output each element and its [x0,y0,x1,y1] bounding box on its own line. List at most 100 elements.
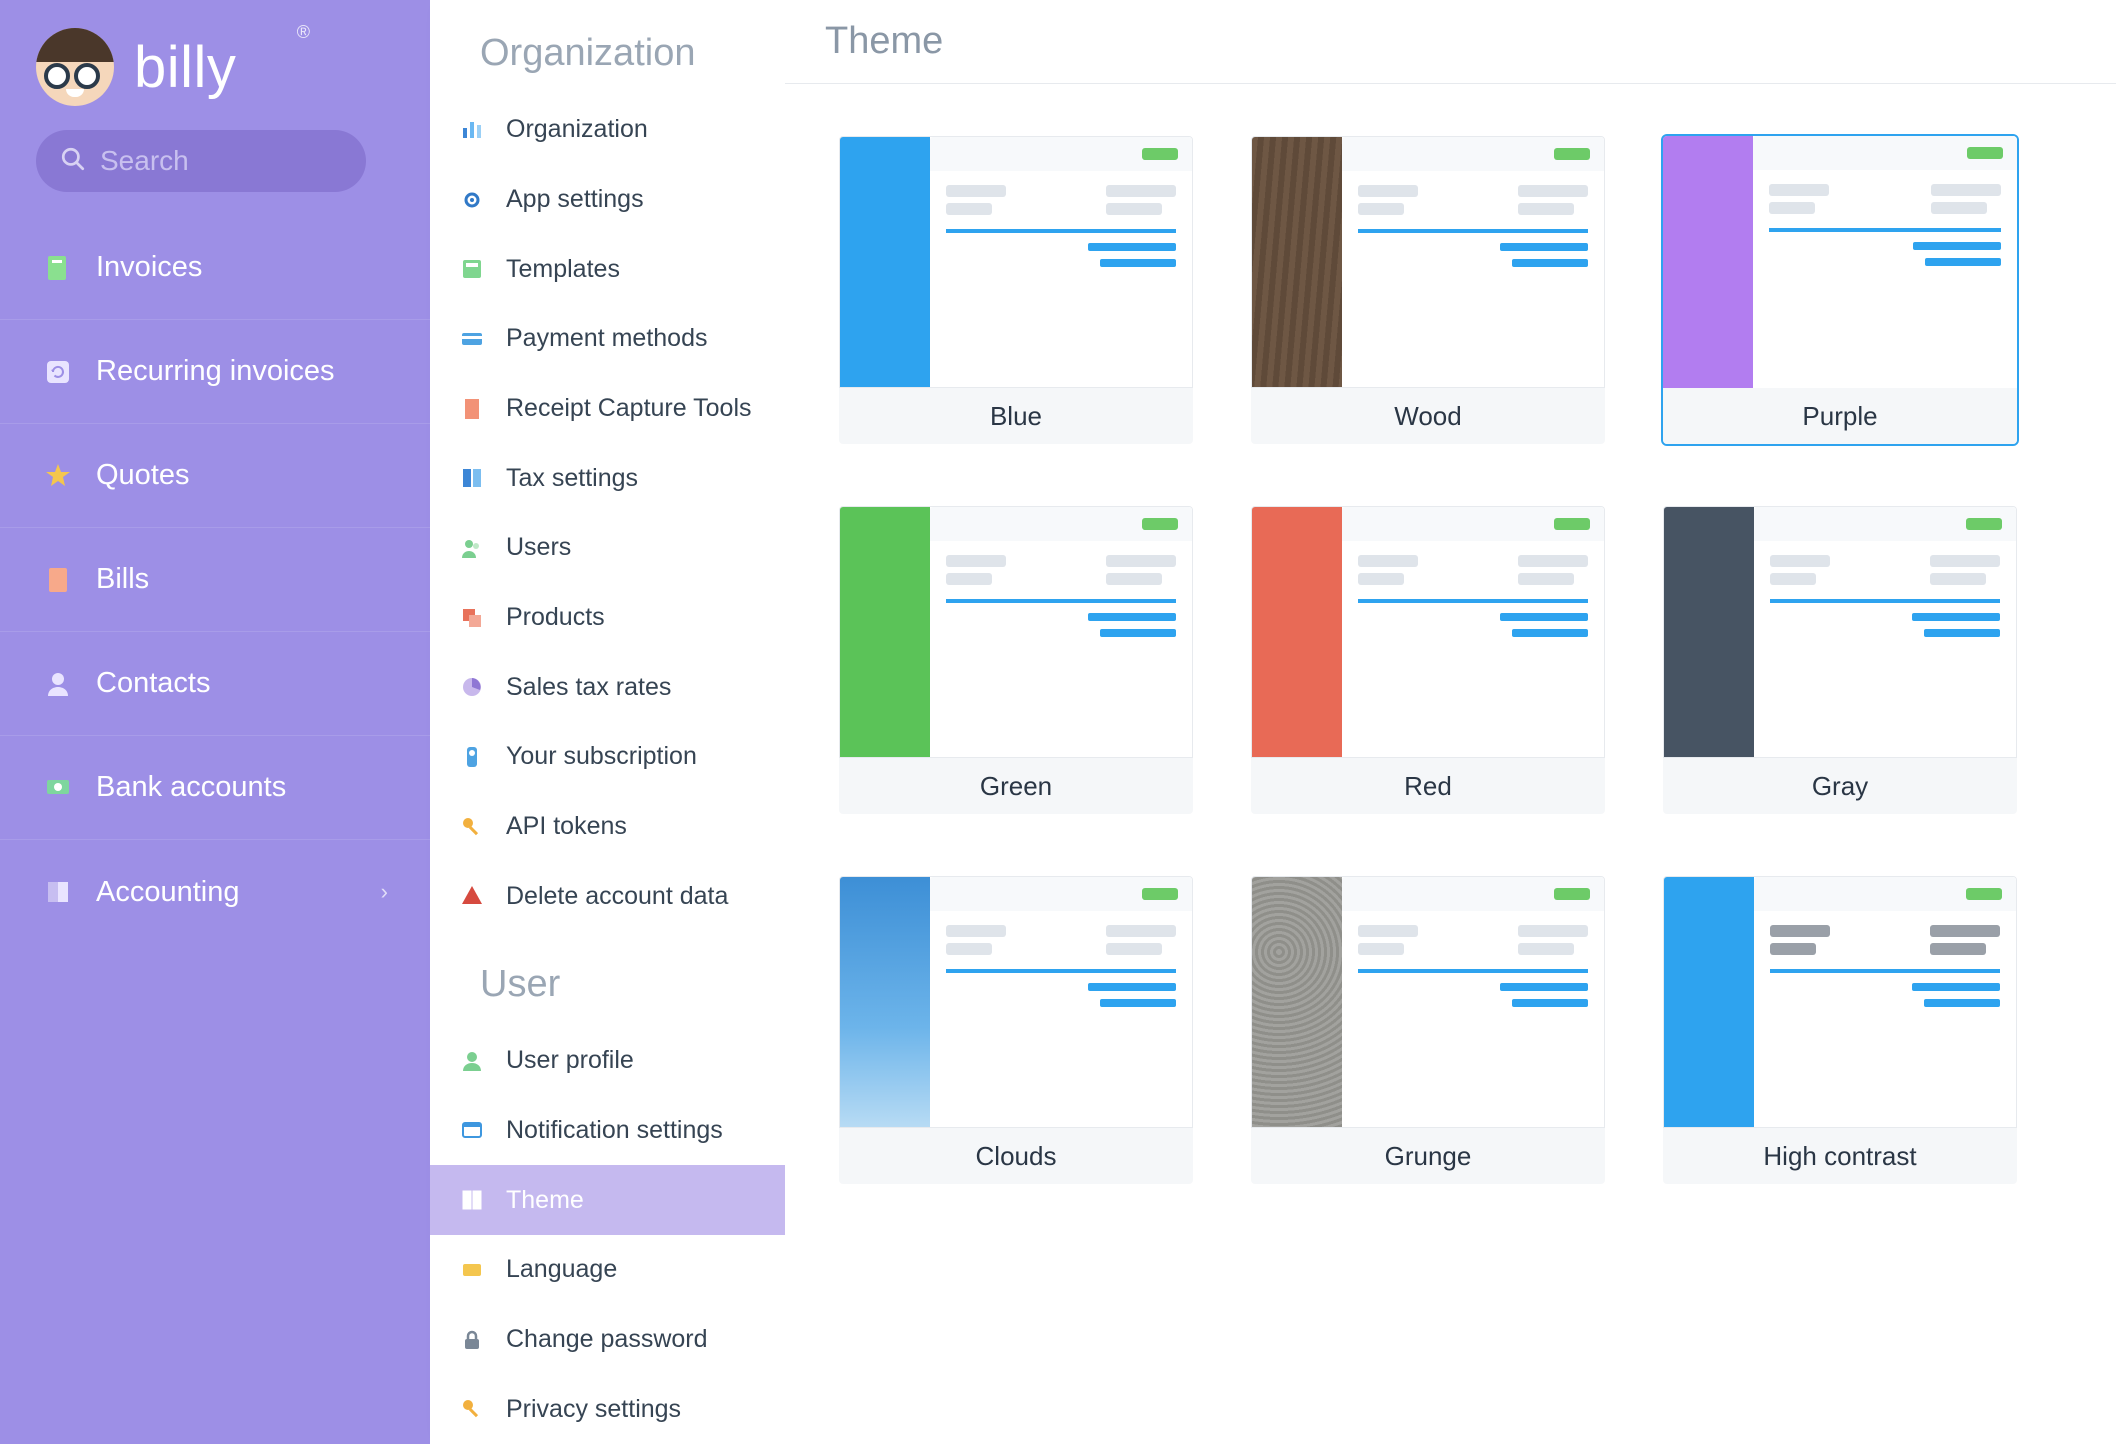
theme-option-red[interactable]: Red [1249,504,1607,816]
theme-label: Green [839,758,1193,814]
theme-option-gray[interactable]: Gray [1661,504,2019,816]
settings-item-label: Your subscription [506,742,697,771]
nav-item-bills[interactable]: Bills [0,528,430,632]
primary-nav-list: Invoices Recurring invoices Quotes Bills… [0,216,430,944]
receipt-icon [458,395,486,423]
brand-avatar-icon [36,28,114,106]
theme-label: Blue [839,388,1193,444]
search-field[interactable] [36,130,366,192]
settings-item-sales-tax-rates[interactable]: Sales tax rates [430,652,785,722]
settings-item-label: Theme [506,1186,584,1215]
bank-icon [42,772,74,804]
recur-icon [42,356,74,388]
settings-item-label: Organization [506,115,648,144]
settings-item-privacy-settings[interactable]: Privacy settings [430,1374,785,1444]
settings-item-your-subscription[interactable]: Your subscription [430,722,785,792]
theme-preview [839,136,1193,388]
users-icon [458,534,486,562]
nav-item-label: Quotes [96,459,190,492]
settings-item-label: Change password [506,1325,708,1354]
theme-preview [1251,506,1605,758]
settings-item-label: User profile [506,1046,634,1075]
theme-icon [458,1186,486,1214]
settings-item-app-settings[interactable]: App settings [430,165,785,235]
nav-item-recurring-invoices[interactable]: Recurring invoices [0,320,430,424]
lang-icon [458,1256,486,1284]
theme-label: Red [1251,758,1605,814]
settings-item-notification-settings[interactable]: Notification settings [430,1096,785,1166]
theme-option-wood[interactable]: Wood [1249,134,1607,446]
key-icon [458,813,486,841]
sub-icon [458,743,486,771]
theme-option-purple[interactable]: Purple [1661,134,2019,446]
card-icon [458,325,486,353]
nav-item-label: Invoices [96,251,202,284]
contact-icon [42,668,74,700]
gear-icon [458,186,486,214]
settings-item-receipt-capture-tools[interactable]: Receipt Capture Tools [430,374,785,444]
settings-item-payment-methods[interactable]: Payment methods [430,304,785,374]
nav-item-bank-accounts[interactable]: Bank accounts [0,736,430,840]
settings-item-label: Templates [506,255,620,284]
theme-option-blue[interactable]: Blue [837,134,1195,446]
invoice-icon [42,252,74,284]
theme-preview [1251,136,1605,388]
bell-icon [458,1117,486,1145]
nav-item-accounting[interactable]: Accounting › [0,840,430,944]
settings-item-label: Sales tax rates [506,673,671,702]
tax-icon [458,464,486,492]
settings-item-label: Privacy settings [506,1395,681,1424]
settings-item-label: Delete account data [506,882,728,911]
settings-item-user-profile[interactable]: User profile [430,1026,785,1096]
nav-item-contacts[interactable]: Contacts [0,632,430,736]
theme-option-high-contrast[interactable]: High contrast [1661,874,2019,1186]
settings-item-api-tokens[interactable]: API tokens [430,792,785,862]
nav-item-invoices[interactable]: Invoices [0,216,430,320]
product-icon [458,604,486,632]
nav-item-label: Bank accounts [96,771,286,804]
settings-item-change-password[interactable]: Change password [430,1305,785,1375]
settings-item-label: Payment methods [506,324,708,353]
settings-sidebar: Organization Organization App settings T… [430,0,785,1444]
theme-preview [839,876,1193,1128]
theme-grid: Blue Wood [785,84,2116,1236]
user-icon [458,1047,486,1075]
settings-item-theme[interactable]: Theme [430,1165,785,1235]
bars-icon [458,116,486,144]
settings-item-products[interactable]: Products [430,583,785,653]
warn-icon [458,882,486,910]
settings-item-templates[interactable]: Templates [430,234,785,304]
theme-label: Grunge [1251,1128,1605,1184]
nav-item-label: Contacts [96,667,210,700]
template-icon [458,255,486,283]
settings-item-users[interactable]: Users [430,513,785,583]
theme-option-clouds[interactable]: Clouds [837,874,1195,1186]
settings-group-title: User [430,931,785,1026]
search-input[interactable] [100,145,461,177]
theme-option-green[interactable]: Green [837,504,1195,816]
nav-item-quotes[interactable]: Quotes [0,424,430,528]
settings-item-language[interactable]: Language [430,1235,785,1305]
theme-label: Wood [1251,388,1605,444]
nav-item-label: Recurring invoices [96,355,335,388]
brand[interactable]: billy ® [0,0,430,120]
settings-item-delete-account-data[interactable]: Delete account data [430,861,785,931]
theme-preview [1251,876,1605,1128]
star-icon [42,460,74,492]
settings-item-label: Language [506,1255,617,1284]
theme-label: High contrast [1663,1128,2017,1184]
theme-option-grunge[interactable]: Grunge [1249,874,1607,1186]
theme-preview [839,506,1193,758]
nav-item-label: Bills [96,563,149,596]
settings-item-label: API tokens [506,812,627,841]
primary-sidebar: billy ® Invoices Recurring invoices Quot… [0,0,430,1444]
theme-label: Clouds [839,1128,1193,1184]
theme-preview [1663,136,2017,388]
settings-item-tax-settings[interactable]: Tax settings [430,443,785,513]
settings-item-label: Products [506,603,605,632]
content-area: Theme Blue [785,0,2116,1444]
settings-item-organization[interactable]: Organization [430,95,785,165]
key-icon [458,1395,486,1423]
nav-item-label: Accounting [96,876,240,909]
settings-item-label: App settings [506,185,644,214]
